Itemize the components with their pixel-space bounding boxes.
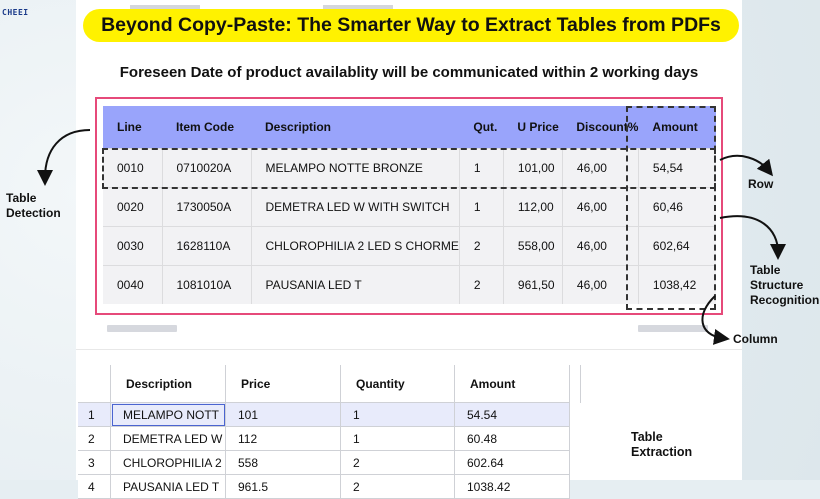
row-number-header [78,365,111,403]
divider [580,365,581,403]
column-label: Column [733,332,778,346]
table-cell[interactable]: 1038.42 [454,474,570,499]
table-row[interactable]: 3 CHLOROPHILIA 2 558 2 602.64 [78,450,570,475]
table-cell[interactable]: PAUSANIA LED T [110,474,226,499]
table-cell[interactable]: CHLOROPHILIA 2 [110,450,226,475]
row-label: Row [748,177,774,191]
table-cell[interactable]: 1 [340,426,455,451]
row-number: 4 [78,474,111,499]
header-quantity[interactable]: Quantity [340,365,455,403]
label-line: Table [6,191,37,205]
row-number: 3 [78,450,111,475]
table-cell[interactable]: 2 [340,450,455,475]
extracted-table: Description Price Quantity Amount 1 MELA… [78,365,570,499]
structure-recognition-label: Table Structure Recognition [750,263,819,308]
table-cell[interactable]: 2 [340,474,455,499]
detection-arrow [37,129,91,186]
table-cell[interactable]: 1 [340,402,455,427]
table-cell[interactable]: DEMETRA LED W [110,426,226,451]
header-amount[interactable]: Amount [454,365,570,403]
label-line: Extraction [631,445,693,459]
table-cell[interactable]: 558 [225,450,341,475]
table-cell[interactable]: 101 [225,402,341,427]
column-arrow [701,295,730,345]
table-cell[interactable]: 961.5 [225,474,341,499]
structure-arrow [719,215,786,260]
row-arrow [719,154,774,177]
label-line: Table [631,430,663,444]
row-number: 1 [78,402,111,427]
label-line: Recognition [750,293,820,307]
extracted-table-header: Description Price Quantity Amount [78,365,570,403]
table-cell[interactable]: 54.54 [454,402,570,427]
table-detection-label: Table Detection [6,191,61,221]
row-number: 2 [78,426,111,451]
header-price[interactable]: Price [225,365,341,403]
table-extraction-label: Table Extraction [631,430,692,460]
table-cell[interactable]: MELAMPO NOTT [110,402,226,427]
table-row[interactable]: 1 MELAMPO NOTT 101 1 54.54 [78,402,570,427]
label-line: Table [750,263,781,277]
label-line: Structure [750,278,804,292]
table-cell[interactable]: 112 [225,426,341,451]
table-cell[interactable]: 602.64 [454,450,570,475]
divider [76,349,742,350]
label-line: Detection [6,206,61,220]
table-row[interactable]: 4 PAUSANIA LED T 961.5 2 1038.42 [78,474,570,499]
header-description[interactable]: Description [110,365,226,403]
table-cell[interactable]: 60.48 [454,426,570,451]
table-row[interactable]: 2 DEMETRA LED W 112 1 60.48 [78,426,570,451]
